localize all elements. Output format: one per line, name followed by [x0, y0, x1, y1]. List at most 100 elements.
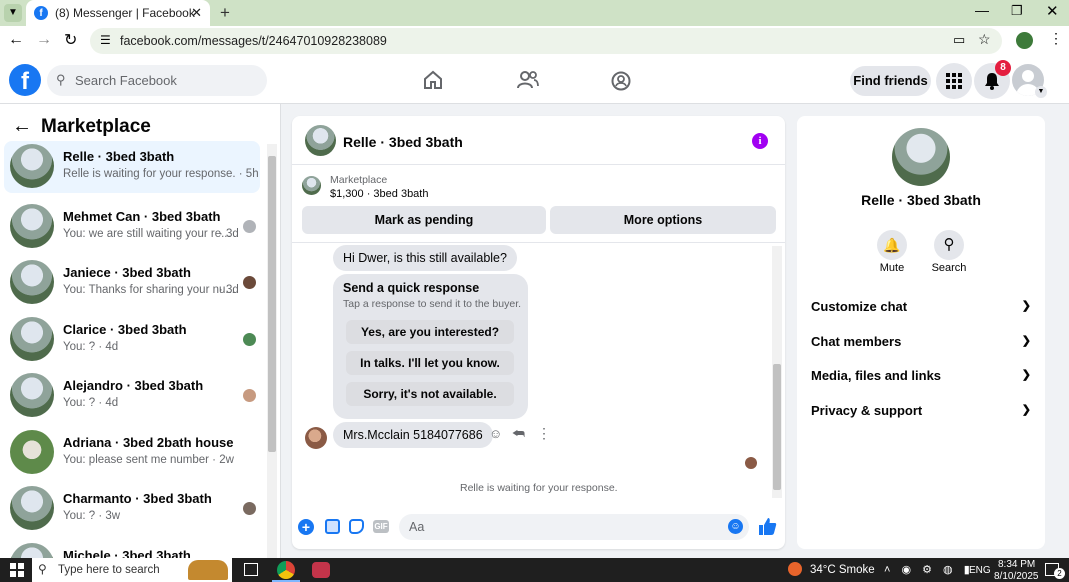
- incoming-message[interactable]: Hi Dwer, is this still available?: [333, 245, 517, 271]
- message-input[interactable]: Aa ☺: [399, 514, 749, 540]
- message-more-icon[interactable]: ⋮: [537, 425, 551, 442]
- section-label: Customize chat: [811, 299, 908, 314]
- conversation-time: · 3d: [219, 228, 239, 240]
- search-icon: ⚲: [38, 562, 47, 576]
- chevron-down-icon: ❯: [1021, 404, 1031, 416]
- chat-members-section[interactable]: Chat members ❯: [811, 334, 1031, 349]
- taskbar-search-placeholder: Type here to search: [58, 564, 160, 576]
- emoji-icon[interactable]: ☺: [728, 519, 743, 534]
- chat-header-avatar[interactable]: [305, 125, 336, 156]
- system-tray-icons[interactable]: ˄ ◉ ⚙ ◍ ▮: [884, 563, 974, 576]
- section-label: Media, files and links: [811, 368, 942, 383]
- back-arrow-icon[interactable]: ←: [12, 115, 32, 138]
- account-chevron-icon[interactable]: ▼: [1035, 86, 1047, 98]
- quick-response-option[interactable]: Sorry, it's not available.: [346, 382, 514, 406]
- browser-toolbar: ← → ↻ ☰ facebook.com/messages/t/24647010…: [0, 26, 1069, 56]
- conversation-item[interactable]: Adriana · 3bed 2bath house You: please se…: [4, 427, 260, 479]
- browser-tab-strip: ▼ f (8) Messenger | Facebook ✕ + — ❐ ✕: [0, 0, 1069, 26]
- restore-icon[interactable]: ❐: [1011, 3, 1023, 19]
- language-indicator[interactable]: ENG: [969, 565, 991, 576]
- chrome-taskbar-icon[interactable]: [277, 561, 295, 579]
- conversation-item[interactable]: Clarice · 3bed 3bath You: ? · 4d: [4, 314, 260, 366]
- reply-icon[interactable]: ⮪: [512, 425, 525, 442]
- address-bar[interactable]: ☰ facebook.com/messages/t/24647010928238…: [90, 28, 1002, 54]
- home-icon[interactable]: [423, 70, 443, 90]
- incoming-message[interactable]: Mrs.Mcclain 5184077686: [333, 422, 493, 448]
- notification-center-badge: 2: [1054, 568, 1065, 579]
- clock-time[interactable]: 8:34 PM: [998, 559, 1035, 570]
- bookmark-star-icon[interactable]: ☆: [978, 31, 991, 48]
- install-app-icon[interactable]: ▭: [953, 32, 965, 48]
- new-tab-icon[interactable]: +: [220, 3, 230, 23]
- clock-date[interactable]: 8/10/2025: [994, 571, 1039, 582]
- friends-icon[interactable]: [517, 70, 539, 90]
- menu-grid-icon[interactable]: [936, 63, 972, 99]
- conversation-item[interactable]: Janiece · 3bed 3bath You: Thanks for shar…: [4, 257, 260, 309]
- sticker-icon[interactable]: [349, 519, 364, 534]
- conversation-item[interactable]: Mehmet Can · 3bed 3bath You: we are still…: [4, 201, 260, 253]
- groups-icon[interactable]: [611, 71, 631, 91]
- search-conversation-button[interactable]: ⚲: [934, 230, 964, 260]
- privacy-support-section[interactable]: Privacy & support ❯: [811, 403, 1031, 418]
- windows-start-icon[interactable]: [10, 563, 24, 577]
- details-name: Relle · 3bed 3bath: [861, 192, 981, 208]
- conversation-thumbnail: [10, 317, 54, 361]
- waiting-status: Relle is waiting for your response.: [460, 482, 618, 494]
- more-options-button[interactable]: More options: [550, 206, 776, 234]
- chat-header-divider: [292, 164, 785, 165]
- find-friends-button[interactable]: Find friends: [850, 66, 931, 96]
- quick-response-option[interactable]: In talks. I'll let you know.: [346, 351, 514, 375]
- chat-title[interactable]: Relle · 3bed 3bath: [343, 134, 463, 150]
- close-window-icon[interactable]: ✕: [1046, 2, 1059, 20]
- gif-icon[interactable]: GIF: [373, 520, 389, 533]
- sender-avatar[interactable]: [305, 427, 327, 449]
- facebook-logo-icon[interactable]: f: [9, 64, 41, 96]
- back-icon[interactable]: ←: [8, 31, 24, 49]
- conversation-item[interactable]: Relle · 3bed 3bath Relle is waiting for y…: [4, 141, 260, 193]
- minimize-icon[interactable]: —: [975, 2, 989, 18]
- conversation-thumbnail: [10, 486, 54, 530]
- notification-badge: 8: [995, 60, 1011, 76]
- close-tab-icon[interactable]: ✕: [191, 5, 202, 21]
- details-avatar[interactable]: [892, 128, 950, 186]
- browser-tab[interactable]: f (8) Messenger | Facebook ✕: [26, 0, 210, 26]
- media-files-section[interactable]: Media, files and links ❯: [811, 368, 1031, 383]
- tab-list-chevron-icon[interactable]: ▼: [4, 4, 22, 22]
- conversation-preview: You: ? · 3w: [63, 510, 121, 522]
- task-view-icon[interactable]: [244, 563, 258, 576]
- read-receipt-avatar: [243, 220, 256, 233]
- conversation-item[interactable]: Michele · 3bed 3bath: [4, 540, 260, 558]
- mark-as-pending-button[interactable]: Mark as pending: [302, 206, 546, 234]
- listing-thumbnail[interactable]: [302, 176, 321, 195]
- weather-icon[interactable]: [788, 562, 802, 576]
- app-taskbar-icon[interactable]: [312, 562, 330, 578]
- photo-icon[interactable]: [325, 519, 340, 534]
- add-attachment-icon[interactable]: +: [298, 519, 314, 535]
- facebook-search[interactable]: ⚲ Search Facebook: [47, 65, 267, 96]
- reload-icon[interactable]: ↻: [64, 30, 77, 50]
- conversation-item[interactable]: Charmanto · 3bed 3bath You: ? · 3w: [4, 483, 260, 535]
- chat-scrollbar[interactable]: [772, 246, 782, 498]
- thumbs-up-icon[interactable]: [758, 517, 777, 536]
- sidebar-title: Marketplace: [41, 116, 151, 137]
- profile-icon[interactable]: [1016, 32, 1033, 49]
- browser-menu-icon[interactable]: ⋮: [1049, 30, 1063, 47]
- facebook-header: f ⚲ Search Facebook Find friends 8 ▼: [0, 56, 1069, 104]
- site-info-icon[interactable]: ☰: [100, 33, 111, 47]
- chat-body-divider: [292, 242, 785, 243]
- quick-response-subtitle: Tap a response to send it to the buyer.: [343, 298, 522, 310]
- quick-response-option[interactable]: Yes, are you interested?: [346, 320, 514, 344]
- react-emoji-icon[interactable]: ☺: [489, 426, 502, 441]
- sidebar-scrollbar[interactable]: [267, 144, 277, 558]
- lion-widget-icon[interactable]: [188, 560, 228, 580]
- mute-button[interactable]: 🔔: [877, 230, 907, 260]
- conversation-name: Michele · 3bed 3bath: [63, 548, 191, 558]
- windows-taskbar: ⚲ Type here to search 34°C Smoke ˄ ◉ ⚙ ◍…: [0, 558, 1069, 582]
- forward-icon[interactable]: →: [36, 31, 52, 49]
- conversation-thumbnail: [10, 430, 54, 474]
- conversation-item[interactable]: Alejandro · 3bed 3bath You: ? · 4d: [4, 370, 260, 422]
- conversation-thumbnail: [10, 260, 54, 304]
- chat-info-icon[interactable]: i: [752, 133, 768, 149]
- weather-text[interactable]: 34°C Smoke: [810, 564, 875, 576]
- customize-chat-section[interactable]: Customize chat ❯: [811, 299, 1031, 314]
